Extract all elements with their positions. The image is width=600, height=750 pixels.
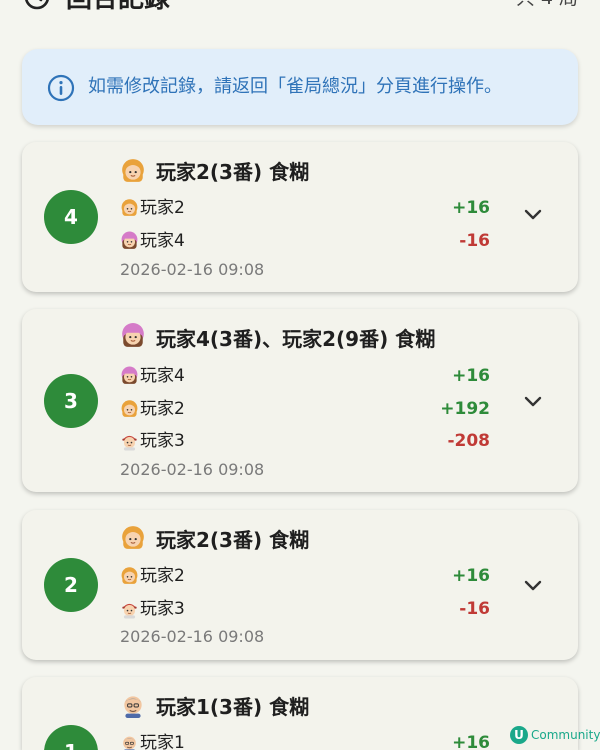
player-avatar-icon	[120, 566, 139, 586]
player-avatar-icon	[120, 399, 139, 419]
round-title: 玩家2(3番) 食糊	[156, 160, 310, 184]
round-number-badge: 4	[44, 190, 98, 244]
player-score: -208	[447, 431, 490, 451]
round-number-badge: 1	[44, 725, 98, 750]
player-avatar-icon	[120, 733, 139, 750]
history-icon	[25, 0, 49, 10]
round-title: 玩家2(3番) 食糊	[156, 528, 310, 552]
round-title: 玩家4(3番)、玩家2(9番) 食糊	[156, 327, 436, 351]
winner-avatar-icon	[120, 524, 146, 552]
player-name: 玩家1	[140, 733, 185, 750]
winner-avatar-icon	[120, 691, 146, 719]
player-avatar-icon	[120, 231, 139, 251]
watermark-text: Community	[531, 728, 600, 742]
page-header: 回合記錄 共 4 局	[0, 0, 600, 18]
round-timestamp: 2026-02-16 09:08	[120, 627, 265, 646]
round-card[interactable]: 3 玩家4(3番)、玩家2(9番) 食糊 玩家4 +16 玩家2 +192 玩家…	[22, 309, 578, 492]
round-card[interactable]: 1 玩家1(3番) 食糊 玩家1 +16	[22, 677, 578, 750]
player-name: 玩家3	[140, 599, 185, 619]
winner-avatar-icon	[120, 157, 146, 185]
player-name: 玩家4	[140, 366, 185, 386]
chevron-down-icon[interactable]	[524, 208, 542, 222]
info-banner: 如需修改記錄，請返回「雀局總況」分頁進行操作。	[22, 49, 578, 125]
info-icon	[47, 74, 75, 102]
player-avatar-icon	[120, 431, 139, 451]
player-score: +16	[452, 366, 490, 386]
round-timestamp: 2026-02-16 09:08	[120, 260, 265, 279]
player-name: 玩家2	[140, 399, 185, 419]
player-score: -16	[459, 231, 490, 251]
round-timestamp: 2026-02-16 09:08	[120, 460, 265, 479]
player-name: 玩家3	[140, 431, 185, 451]
round-title: 玩家1(3番) 食糊	[156, 695, 310, 719]
chevron-down-icon[interactable]	[524, 579, 542, 593]
player-score: +16	[452, 198, 490, 218]
round-card[interactable]: 2 玩家2(3番) 食糊 玩家2 +16 玩家3 -16 2026-02-16 …	[22, 510, 578, 660]
watermark: U Community	[510, 724, 600, 750]
winner-avatar-icon	[120, 322, 146, 350]
round-count: 共 4 局	[516, 0, 578, 10]
player-name: 玩家4	[140, 231, 185, 251]
player-score: +16	[452, 566, 490, 586]
player-avatar-icon	[120, 599, 139, 619]
player-score: -16	[459, 599, 490, 619]
player-avatar-icon	[120, 198, 139, 218]
player-score: +192	[440, 399, 490, 419]
watermark-logo: U	[510, 726, 528, 744]
round-number-badge: 3	[44, 374, 98, 428]
chevron-down-icon[interactable]	[524, 395, 542, 409]
page-title: 回合記錄	[66, 0, 170, 14]
player-score: +16	[452, 733, 490, 750]
player-name: 玩家2	[140, 198, 185, 218]
round-number-badge: 2	[44, 558, 98, 612]
player-avatar-icon	[120, 366, 139, 386]
info-message: 如需修改記錄，請返回「雀局總況」分頁進行操作。	[88, 76, 502, 97]
round-card[interactable]: 4 玩家2(3番) 食糊 玩家2 +16 玩家4 -16 2026-02-16 …	[22, 142, 578, 292]
player-name: 玩家2	[140, 566, 185, 586]
